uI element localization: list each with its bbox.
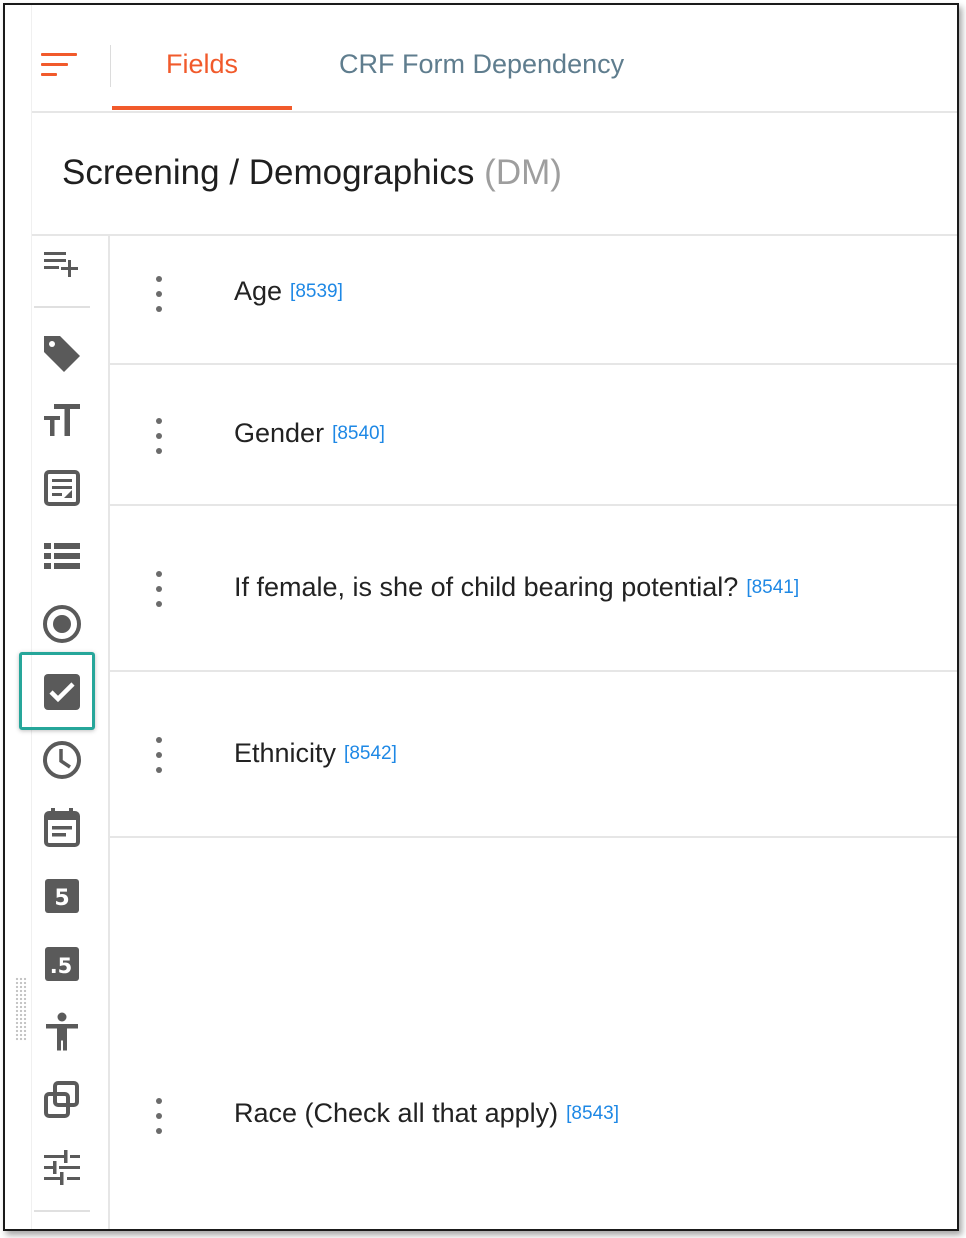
menu-icon[interactable] [41,53,81,83]
field-id[interactable]: [8542] [344,743,397,764]
page-title: Screening / Demographics (DM) [62,153,562,193]
list-icon[interactable] [40,534,84,578]
add-field-icon[interactable] [40,244,84,288]
text-size-icon[interactable] [40,398,84,442]
list-item[interactable]: Ethnicity [8542] [110,672,957,838]
field-list: Age [8539] Gender [8540] If female, is she… [110,236,957,1229]
toolbox-divider [34,306,90,308]
more-options-icon[interactable] [150,735,168,775]
date-icon[interactable] [40,806,84,850]
field-id[interactable]: [8543] [566,1103,619,1124]
field-id[interactable]: [8540] [332,423,385,444]
decimal-icon[interactable]: .5 [40,942,84,986]
field-name: Age [234,276,283,306]
active-tab-indicator [112,106,292,110]
radio-icon[interactable] [40,602,84,646]
tag-icon[interactable] [40,330,84,374]
resize-handle[interactable] [15,977,27,1041]
more-options-icon[interactable] [150,416,168,456]
header-border [32,111,957,113]
form-name: Screening / Demographics [62,153,475,192]
tab-crf-form-dependency[interactable]: CRF Form Dependency [339,49,624,109]
more-options-icon[interactable] [150,569,168,609]
field-name: Gender [234,418,325,448]
svg-text:.5: .5 [50,954,73,978]
checkbox-icon[interactable] [40,670,84,714]
accessibility-icon[interactable] [40,1010,84,1054]
field-id[interactable]: [8539] [290,281,343,302]
form-code: (DM) [484,153,562,192]
field-name: If female, is she of child bearing poten… [234,572,739,602]
tune-icon[interactable] [40,1146,84,1190]
field-label[interactable]: Age [8539] [234,276,343,307]
left-gutter [5,5,31,1229]
time-icon[interactable] [40,738,84,782]
text-area-icon[interactable] [40,466,84,510]
field-id[interactable]: [8541] [746,577,799,598]
field-label[interactable]: Ethnicity [8542] [234,738,397,769]
form-builder-window: Fields CRF Form Dependency Screening / D… [3,3,959,1231]
svg-text:5: 5 [54,886,69,911]
more-options-icon[interactable] [150,274,168,314]
field-name: Ethnicity [234,738,337,768]
list-item[interactable]: Age [8539] [110,236,957,365]
field-label[interactable]: Gender [8540] [234,418,385,449]
list-item[interactable]: If female, is she of child bearing poten… [110,506,957,672]
list-item[interactable]: Race (Check all that apply) [8543] [110,838,957,1229]
list-item[interactable]: Gender [8540] [110,365,957,506]
toolbox-divider-bottom [34,1210,90,1212]
field-label[interactable]: Race (Check all that apply) [8543] [234,1098,619,1129]
header-divider [110,45,111,87]
field-label[interactable]: If female, is she of child bearing poten… [234,572,799,603]
integer-icon[interactable]: 5 [40,874,84,918]
field-name: Race (Check all that apply) [234,1098,559,1128]
more-options-icon[interactable] [150,1096,168,1136]
field-type-toolbox: 5 .5 [19,236,108,1229]
tab-fields[interactable]: Fields [112,49,292,109]
copy-icon[interactable] [40,1078,84,1122]
